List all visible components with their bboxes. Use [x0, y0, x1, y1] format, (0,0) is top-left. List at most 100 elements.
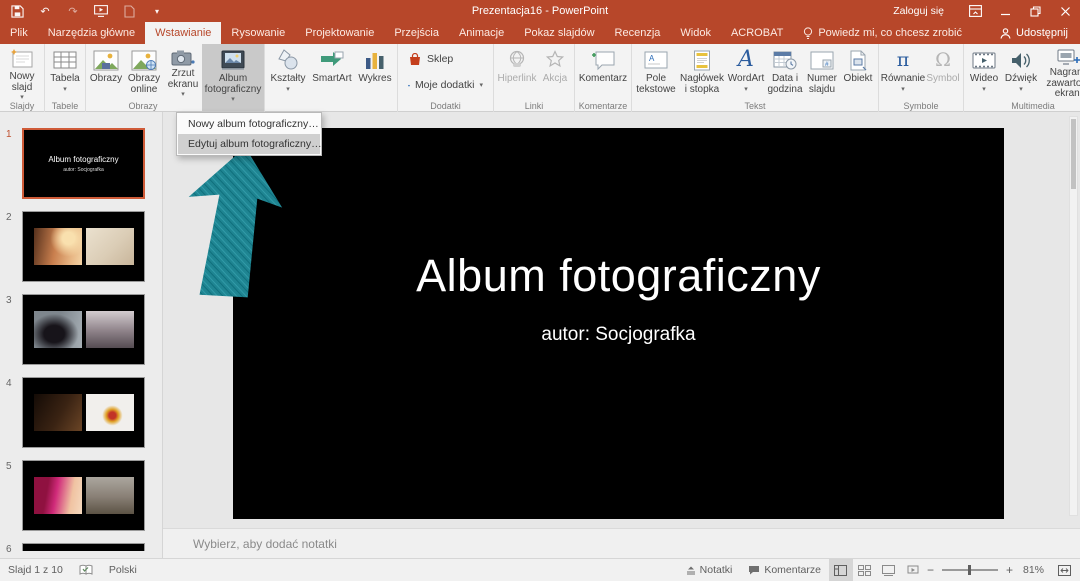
slide-canvas[interactable]: Album fotograficzny autor: Socjografka	[233, 128, 1004, 519]
tab-home[interactable]: Narzędzia główne	[38, 22, 145, 44]
vertical-scrollbar[interactable]	[1069, 116, 1078, 516]
tab-file[interactable]: Plik	[0, 22, 38, 44]
tab-review[interactable]: Recenzja	[605, 22, 671, 44]
person-icon	[1000, 28, 1011, 39]
tab-draw[interactable]: Rysowanie	[221, 22, 295, 44]
slide-4-thumbnail[interactable]	[22, 377, 145, 448]
undo-icon[interactable]: ↶	[38, 4, 52, 18]
language-indicator[interactable]: Polski	[101, 559, 145, 581]
thumbnail-row-3[interactable]: 3	[6, 294, 162, 365]
arrow-shape	[174, 140, 291, 306]
hyperlink-button[interactable]: Hiperlink	[496, 44, 538, 98]
text-box-button[interactable]: A Pole tekstowe	[634, 44, 678, 98]
slide-5-thumbnail[interactable]	[22, 460, 145, 531]
tab-acrobat[interactable]: ACROBAT	[721, 22, 793, 44]
menu-item-new-album[interactable]: Nowy album fotograficzny…	[178, 114, 320, 134]
action-button[interactable]: Akcja	[538, 44, 572, 98]
customize-qat-caret-icon[interactable]: ▾	[150, 4, 164, 18]
shapes-button[interactable]: Kształty ▾	[267, 44, 309, 98]
audio-button[interactable]: Dźwięk ▾	[1002, 44, 1040, 98]
screenshot-button[interactable]: Zrzut ekranu ▾	[164, 44, 202, 98]
date-time-button[interactable]: Data i godzina	[766, 44, 804, 98]
redo-icon[interactable]: ↷	[66, 4, 80, 18]
minimize-button[interactable]	[990, 0, 1020, 22]
symbol-button[interactable]: Ω Symbol	[925, 44, 961, 98]
comment-button[interactable]: Komentarz	[577, 44, 629, 98]
thumbnail-row-4[interactable]: 4	[6, 377, 162, 448]
smartart-button[interactable]: SmartArt	[309, 44, 355, 98]
tell-me-box[interactable]: Powiedz mi, co chcesz zrobić	[793, 22, 972, 44]
menu-item-edit-album[interactable]: Edytuj album fotograficzny…	[178, 134, 320, 154]
thumb-photo	[86, 477, 134, 514]
slide-title[interactable]: Album fotograficzny	[416, 250, 821, 302]
fit-slide-to-window-button[interactable]	[1052, 559, 1076, 581]
thumb-subtitle: autor: Socjografka	[63, 167, 104, 173]
table-button[interactable]: Tabela ▾	[47, 44, 83, 98]
images-button[interactable]: Obrazy	[88, 44, 124, 98]
save-icon[interactable]	[10, 4, 24, 18]
slide-3-thumbnail[interactable]	[22, 294, 145, 365]
start-slideshow-icon[interactable]	[94, 4, 108, 18]
slide-sorter-view-button[interactable]	[853, 559, 877, 581]
ribbon-display-options-icon[interactable]	[960, 0, 990, 22]
tab-animations[interactable]: Animacje	[449, 22, 514, 44]
slide-1-thumbnail[interactable]: Album fotograficzny autor: Socjografka	[22, 128, 145, 199]
slide-number-button[interactable]: # Numer slajdu	[804, 44, 840, 98]
new-document-icon[interactable]	[122, 4, 136, 18]
slideshow-view-button[interactable]	[901, 559, 925, 581]
zoom-out-button[interactable]: −	[925, 563, 936, 577]
reading-view-button[interactable]	[877, 559, 901, 581]
tab-view[interactable]: Widok	[670, 22, 721, 44]
zoom-level[interactable]: 81%	[1015, 559, 1052, 581]
dropdown-caret-icon: ▾	[286, 86, 290, 93]
zoom-slider-thumb[interactable]	[968, 565, 971, 575]
slide-6-thumbnail[interactable]	[22, 543, 145, 551]
object-button[interactable]: Obiekt	[840, 44, 876, 98]
zoom-in-button[interactable]: +	[1004, 563, 1015, 577]
chart-button[interactable]: Wykres	[355, 44, 395, 98]
scrollbar-thumb[interactable]	[1071, 119, 1076, 189]
tab-insert[interactable]: Wstawianie	[145, 22, 221, 44]
online-images-label: Obrazy online	[124, 74, 164, 95]
sign-in-link[interactable]: Zaloguj się	[877, 5, 960, 17]
slide-subtitle[interactable]: autor: Socjografka	[541, 324, 695, 346]
normal-view-button[interactable]	[829, 559, 853, 581]
online-images-button[interactable]: Obrazy online	[124, 44, 164, 98]
slide-thumbnail-panel[interactable]: 1 Album fotograficzny autor: Socjografka…	[0, 112, 163, 558]
my-addins-button[interactable]: Moje dodatki ▾	[400, 76, 491, 94]
text-box-label: Pole tekstowe	[634, 74, 678, 95]
header-footer-button[interactable]: Nagłówek i stopka	[678, 44, 726, 98]
wordart-button[interactable]: A WordArt ▾	[726, 44, 766, 98]
dropdown-caret-icon: ▾	[901, 86, 905, 93]
photo-album-button[interactable]: Album fotograficzny ▾	[202, 44, 264, 111]
tab-slideshow[interactable]: Pokaz slajdów	[514, 22, 604, 44]
thumbnail-row-5[interactable]: 5	[6, 460, 162, 531]
group-label-addins: Dodatki	[398, 101, 493, 111]
thumbnail-row-2[interactable]: 2	[6, 211, 162, 282]
close-button[interactable]	[1050, 0, 1080, 22]
tab-design[interactable]: Projektowanie	[295, 22, 384, 44]
share-button[interactable]: Udostępnij	[988, 22, 1080, 44]
svg-text:A: A	[649, 54, 655, 63]
restore-button[interactable]	[1020, 0, 1050, 22]
chart-icon	[364, 48, 386, 72]
slide-counter[interactable]: Slajd 1 z 10	[0, 559, 71, 581]
comments-icon	[748, 565, 760, 575]
store-button[interactable]: Sklep	[400, 50, 491, 68]
smartart-icon	[319, 48, 345, 72]
new-slide-button[interactable]: Nowy slajd ▾	[2, 44, 42, 98]
notes-pane[interactable]: Wybierz, aby dodać notatki	[163, 528, 1080, 558]
thumb-title: Album fotograficzny	[48, 155, 118, 164]
slide-2-thumbnail[interactable]	[22, 211, 145, 282]
screen-recording-button[interactable]: Nagranie zawartości ekranu	[1040, 44, 1080, 98]
comments-toggle[interactable]: Komentarze	[740, 559, 829, 581]
notes-toggle[interactable]: Notatki	[678, 559, 741, 581]
thumbnail-row-6[interactable]: 6	[6, 543, 162, 555]
slide-number: 6	[6, 543, 22, 555]
thumbnail-row-1[interactable]: 1 Album fotograficzny autor: Socjografka	[6, 128, 162, 199]
video-button[interactable]: Wideo ▾	[966, 44, 1002, 98]
equation-button[interactable]: π Równanie ▾	[881, 44, 925, 98]
zoom-slider[interactable]	[942, 569, 998, 571]
spellcheck-icon[interactable]	[71, 559, 101, 581]
tab-transitions[interactable]: Przejścia	[384, 22, 449, 44]
